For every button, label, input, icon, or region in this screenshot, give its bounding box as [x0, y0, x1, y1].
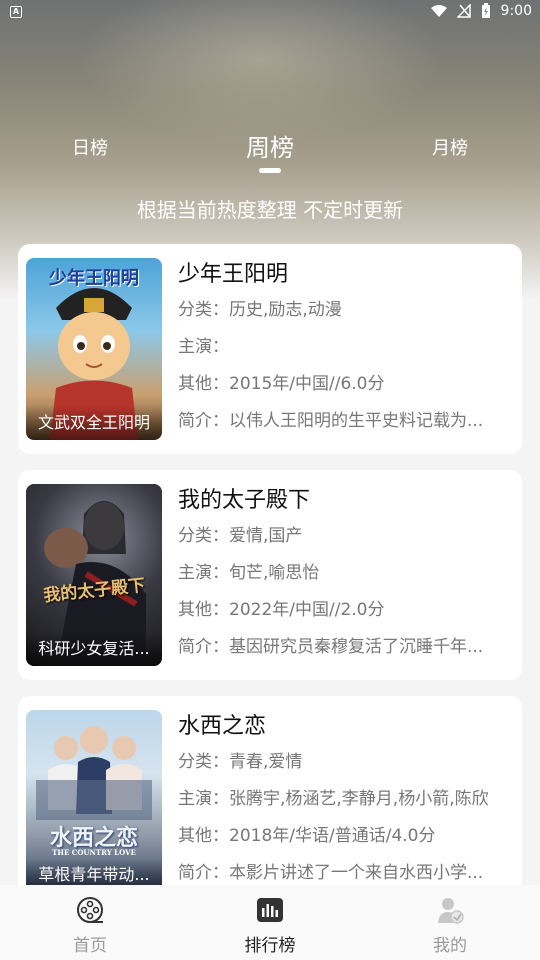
item-info: 水西之恋 分类：青春,爱情 主演：张腾宇,杨涵艺,李静月,杨小箭,陈欣 其他：2… [178, 710, 508, 892]
active-tab-indicator [259, 168, 281, 173]
other-row: 其他：2022年/中国//2.0分 [178, 600, 385, 620]
item-title: 水西之恋 [178, 714, 267, 739]
user-icon [438, 898, 464, 924]
other-row: 其他：2018年/华语/普通话/4.0分 [178, 826, 436, 846]
item-info: 少年王阳明 分类：历史,励志,动漫 主演： 其他：2015年/中国//6.0分 … [178, 258, 508, 440]
other-row: 其他：2015年/中国//6.0分 [178, 374, 385, 394]
category-row: 分类：青春,爱情 [178, 752, 303, 772]
notification-app-icon: A [10, 6, 22, 18]
ranking-tabs: 日榜 周榜 月榜 [0, 128, 540, 178]
cast-row: 主演：旬芒,喻思怡 [178, 563, 320, 583]
poster-image[interactable]: 我的太子殿下 科研少女复活... [26, 484, 162, 666]
nav-mine[interactable]: 我的 [390, 885, 510, 960]
cast-row: 主演： [178, 337, 229, 357]
intro-row: 简介：以伟人王阳明的生平史料记载为... [178, 411, 484, 431]
poster-image[interactable]: 少年王阳明 文武双全王阳明 [26, 258, 162, 440]
list-item[interactable]: 少年王阳明 文武双全王阳明 少年王阳明 分类：历史,励志,动漫 主演： 其他：2… [18, 244, 522, 454]
clock: 9:00 [500, 3, 532, 19]
nav-ranking-label: 排行榜 [244, 936, 296, 956]
poster-image[interactable]: 水西之恋 THE COUNTRY LOVE 草根青年带动... [26, 710, 162, 892]
tab-monthly[interactable]: 月榜 [420, 134, 480, 160]
film-reel-icon [77, 897, 103, 923]
battery-icon [481, 3, 490, 18]
ranking-subtitle: 根据当前热度整理 不定时更新 [136, 198, 404, 222]
list-item[interactable]: 我的太子殿下 科研少女复活... 我的太子殿下 分类：爱情,国产 主演：旬芒,喻… [18, 470, 522, 680]
ranking-chart-icon [257, 898, 283, 922]
wifi-icon [430, 4, 447, 17]
item-info: 我的太子殿下 分类：爱情,国产 主演：旬芒,喻思怡 其他：2022年/中国//2… [178, 484, 508, 666]
nav-mine-label: 我的 [433, 936, 467, 956]
bottom-nav: 首页 排行榜 我的 [0, 885, 540, 960]
nav-home-label: 首页 [73, 936, 107, 956]
tab-weekly[interactable]: 周榜 [230, 128, 310, 163]
list-item[interactable]: 水西之恋 THE COUNTRY LOVE 草根青年带动... 水西之恋 分类：… [18, 696, 522, 906]
poster-caption: 科研少女复活... [26, 632, 162, 666]
item-title: 我的太子殿下 [178, 488, 311, 513]
category-row: 分类：爱情,国产 [178, 526, 303, 546]
intro-row: 简介：基因研究员秦穆复活了沉睡千年... [178, 637, 484, 657]
status-bar: A 9:00 [0, 0, 540, 24]
cast-row: 主演：张腾宇,杨涵艺,李静月,杨小箭,陈欣 [178, 789, 489, 809]
nav-ranking[interactable]: 排行榜 [210, 885, 330, 960]
tab-daily[interactable]: 日榜 [60, 134, 120, 160]
poster-subtitle-art: THE COUNTRY LOVE [52, 848, 136, 857]
item-title: 少年王阳明 [178, 262, 289, 287]
poster-caption: 文武双全王阳明 [26, 406, 162, 440]
nav-home[interactable]: 首页 [30, 885, 150, 960]
signal-icon [456, 4, 471, 18]
category-row: 分类：历史,励志,动漫 [178, 300, 342, 320]
